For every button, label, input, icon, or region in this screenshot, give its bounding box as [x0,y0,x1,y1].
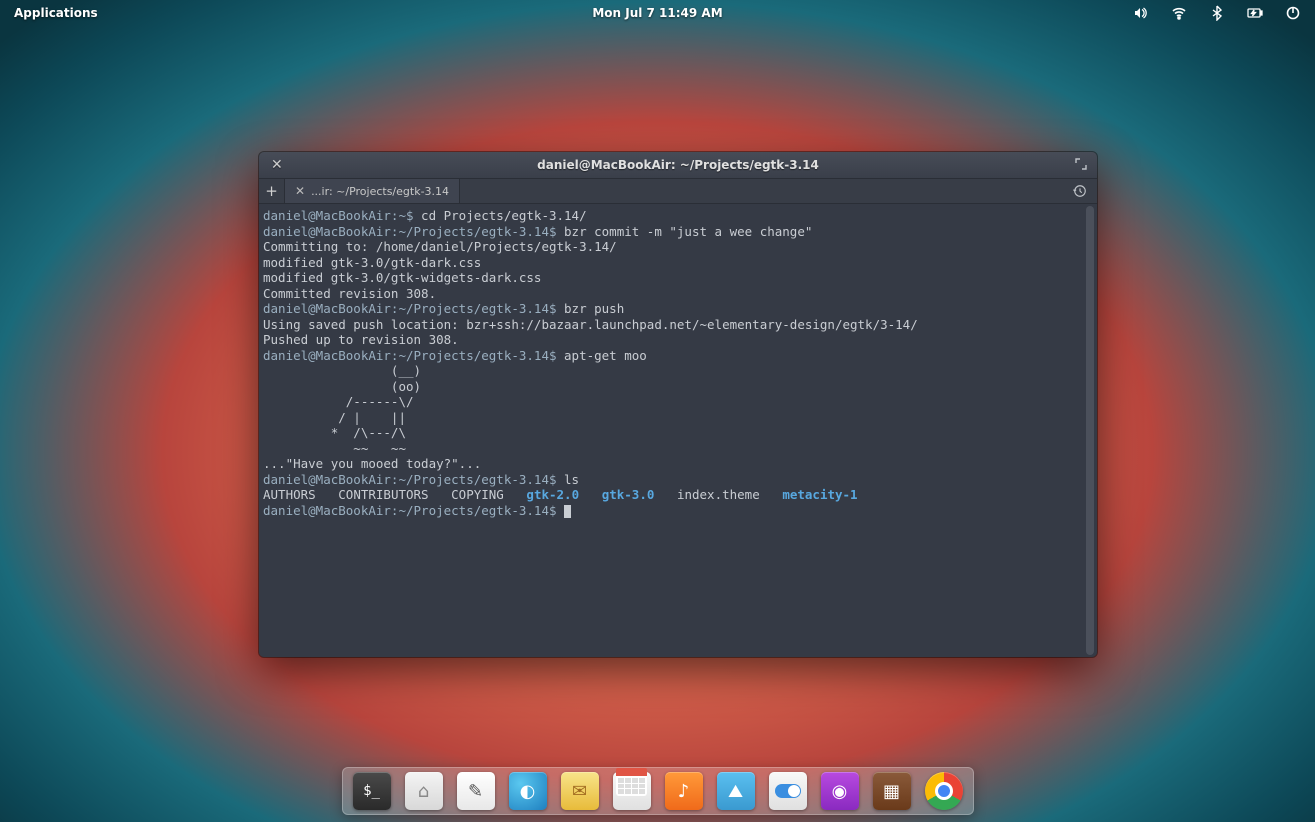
dock-text-editor[interactable]: ✎ [457,772,495,810]
dock-files[interactable]: ⌂ [405,772,443,810]
dock-terminal[interactable]: $_ [353,772,391,810]
battery-icon[interactable] [1247,5,1263,21]
terminal-cursor [564,505,571,518]
terminal-window: ✕ daniel@MacBookAir: ~/Projects/egtk-3.1… [259,152,1097,657]
wifi-icon[interactable] [1171,5,1187,21]
terminal-output: daniel@MacBookAir:~$ cd Projects/egtk-3.… [263,208,1093,518]
dock-chrome[interactable] [925,772,963,810]
system-indicators [1133,5,1301,21]
tab-bar: + ✕ ...ir: ~/Projects/egtk-3.14 [259,179,1097,204]
dock-music[interactable]: ♪ [665,772,703,810]
dock-switchboard[interactable] [769,772,807,810]
terminal-tab[interactable]: ✕ ...ir: ~/Projects/egtk-3.14 [285,179,460,203]
new-tab-button[interactable]: + [259,179,285,203]
dock-minecraft[interactable]: ▦ [873,772,911,810]
terminal-body[interactable]: daniel@MacBookAir:~$ cd Projects/egtk-3.… [259,204,1097,657]
window-title: daniel@MacBookAir: ~/Projects/egtk-3.14 [259,158,1097,172]
volume-icon[interactable] [1133,5,1149,21]
applications-menu[interactable]: Applications [14,6,98,20]
bluetooth-icon[interactable] [1209,5,1225,21]
clock[interactable]: Mon Jul 7 11:49 AM [0,6,1315,20]
tab-history-button[interactable] [1063,179,1097,203]
maximize-icon[interactable] [1075,158,1087,173]
close-icon[interactable]: ✕ [271,157,283,173]
dock-web-browser[interactable]: ◐ [509,772,547,810]
scrollbar[interactable] [1085,206,1095,655]
power-icon[interactable] [1285,5,1301,21]
window-titlebar[interactable]: ✕ daniel@MacBookAir: ~/Projects/egtk-3.1… [259,152,1097,179]
dock-podcast[interactable]: ◉ [821,772,859,810]
dock: $_ ⌂ ✎ ◐ ✉ ♪ ⛰ ◉ ▦ [342,767,974,815]
tab-label: ...ir: ~/Projects/egtk-3.14 [311,185,449,198]
dock-photos[interactable]: ⛰ [717,772,755,810]
dock-mail[interactable]: ✉ [561,772,599,810]
tab-close-icon[interactable]: ✕ [295,184,305,198]
top-panel: Applications Mon Jul 7 11:49 AM [0,0,1315,26]
dock-calendar[interactable] [613,772,651,810]
